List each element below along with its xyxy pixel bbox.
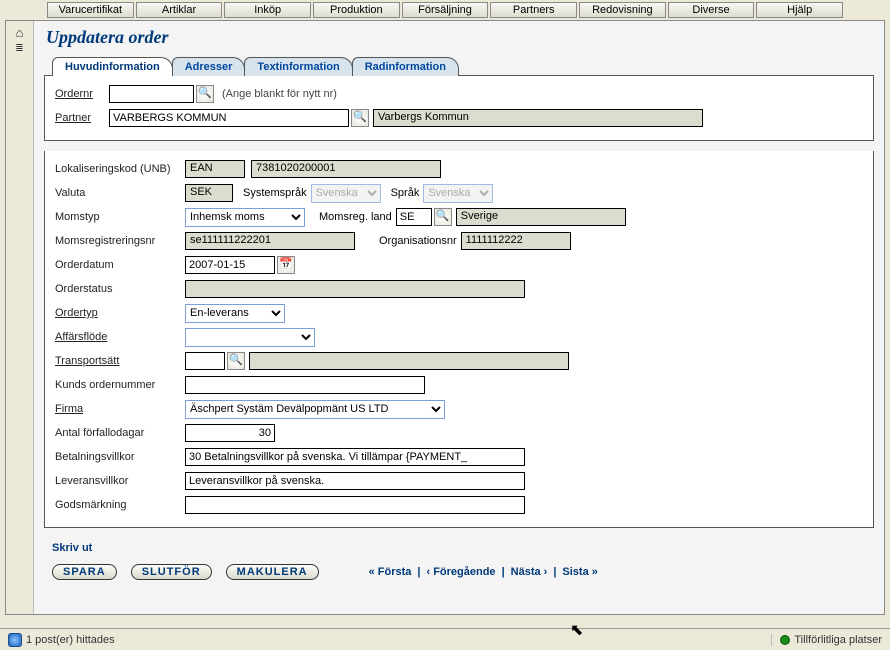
page-title: Uppdatera order <box>46 27 874 48</box>
label-systemsprak: Systemspråk <box>243 187 307 199</box>
select-systemsprak: Svenska <box>311 184 381 203</box>
display-orderstatus <box>185 280 525 298</box>
input-godsmark[interactable] <box>185 496 525 514</box>
label-orderstatus: Orderstatus <box>55 283 185 295</box>
nav-last[interactable]: Sista » <box>562 566 597 578</box>
label-partner: Partner <box>55 112 109 124</box>
menu-varucertifikat[interactable]: Varucertifikat <box>47 2 134 18</box>
label-momstyp: Momstyp <box>55 211 185 223</box>
input-kundorder[interactable] <box>185 376 425 394</box>
menu-redovisning[interactable]: Redovisning <box>579 2 666 18</box>
label-sprak: Språk <box>391 187 420 199</box>
footer: Skriv ut SPARA SLUTFÖR MAKULERA « Första… <box>44 538 874 584</box>
input-betvillkor[interactable] <box>185 448 525 466</box>
label-godsmark: Godsmärkning <box>55 499 185 511</box>
menu-inkop[interactable]: Inköp <box>224 2 311 18</box>
nav-first[interactable]: « Första <box>369 566 412 578</box>
cancel-button[interactable]: MAKULERA <box>226 564 319 580</box>
label-ordertyp: Ordertyp <box>55 307 185 319</box>
tab-adresser[interactable]: Adresser <box>172 57 246 76</box>
label-momsreg: Momsreg. land <box>319 211 392 223</box>
menu-forsaljning[interactable]: Försäljning <box>402 2 489 18</box>
display-momsregnr: se111111222201 <box>185 232 355 250</box>
select-momstyp[interactable]: Inhemsk moms <box>185 208 305 227</box>
menu-icon[interactable]: ≣ <box>6 41 33 57</box>
label-momsregnr: Momsregistreringsnr <box>55 235 185 247</box>
tab-radinformation[interactable]: Radinformation <box>352 57 459 76</box>
input-partner[interactable] <box>109 109 349 127</box>
menu-hjalp[interactable]: Hjälp <box>756 2 843 18</box>
input-transportsatt[interactable] <box>185 352 225 370</box>
panel-order-details: Lokaliseringskod (UNB) EAN 7381020200001… <box>44 151 874 528</box>
menu-artiklar[interactable]: Artiklar <box>136 2 223 18</box>
select-sprak: Svenska <box>423 184 493 203</box>
label-valuta: Valuta <box>55 187 185 199</box>
home-icon[interactable]: ⌂ <box>6 25 33 41</box>
display-partner: Varbergs Kommun <box>373 109 703 127</box>
tab-textinformation[interactable]: Textinformation <box>244 57 352 76</box>
display-unb-code: EAN <box>185 160 245 178</box>
lookup-ordernr-icon[interactable]: 🔍 <box>196 85 214 103</box>
hint-ordernr: (Ange blankt för nytt nr) <box>222 88 337 100</box>
tab-huvudinformation[interactable]: Huvudinformation <box>52 57 173 76</box>
nav-next[interactable]: Nästa › <box>511 566 548 578</box>
input-momsreg[interactable] <box>396 208 432 226</box>
label-transportsatt: Transportsätt <box>55 355 185 367</box>
nav-prev[interactable]: ‹ Föregående <box>426 566 495 578</box>
panel-order-header: Ordernr 🔍 (Ange blankt för nytt nr) Part… <box>44 76 874 141</box>
finish-button[interactable]: SLUTFÖR <box>131 564 212 580</box>
lookup-momsreg-icon[interactable]: 🔍 <box>434 208 452 226</box>
link-print[interactable]: Skriv ut <box>52 542 92 554</box>
input-forfall[interactable] <box>185 424 275 442</box>
label-orderdatum: Orderdatum <box>55 259 185 271</box>
label-kundorder: Kunds ordernummer <box>55 379 185 391</box>
top-menu: Varucertifikat Artiklar Inköp Produktion… <box>0 0 890 20</box>
input-orderdatum[interactable] <box>185 256 275 274</box>
menu-produktion[interactable]: Produktion <box>313 2 400 18</box>
display-valuta: SEK <box>185 184 233 202</box>
save-button[interactable]: SPARA <box>52 564 117 580</box>
label-ordernr: Ordernr <box>55 88 109 100</box>
calendar-icon[interactable]: 📅 <box>277 256 295 274</box>
label-unb: Lokaliseringskod (UNB) <box>55 163 185 175</box>
label-orgnr: Organisationsnr <box>379 235 457 247</box>
status-bar: 1 post(er) hittades Tillförlitliga plats… <box>0 628 890 650</box>
input-levvillkor[interactable] <box>185 472 525 490</box>
menu-partners[interactable]: Partners <box>490 2 577 18</box>
display-transportsatt <box>249 352 569 370</box>
label-betvillkor: Betalningsvillkor <box>55 451 185 463</box>
status-zone: Tillförlitliga platser <box>794 634 882 646</box>
display-orgnr: 1111112222 <box>461 232 571 250</box>
menu-diverse[interactable]: Diverse <box>668 2 755 18</box>
lookup-transportsatt-icon[interactable]: 🔍 <box>227 352 245 370</box>
select-firma[interactable]: Äschpert Systäm Devälpopmänt US LTD <box>185 400 445 419</box>
ie-icon <box>8 633 22 647</box>
left-gutter: ⌂ ≣ <box>6 21 34 614</box>
display-momsreg: Sverige <box>456 208 626 226</box>
label-forfall: Antal förfallodagar <box>55 427 185 439</box>
status-text: 1 post(er) hittades <box>26 634 115 646</box>
label-firma: Firma <box>55 403 185 415</box>
label-affarsflode: Affärsflöde <box>55 331 185 343</box>
select-affarsflode[interactable] <box>185 328 315 347</box>
tab-bar: Huvudinformation Adresser Textinformatio… <box>44 56 874 76</box>
input-ordernr[interactable] <box>109 85 194 103</box>
label-levvillkor: Leveransvillkor <box>55 475 185 487</box>
lookup-partner-icon[interactable]: 🔍 <box>351 109 369 127</box>
trusted-icon <box>780 635 790 645</box>
display-unb-value: 7381020200001 <box>251 160 441 178</box>
select-ordertyp[interactable]: En-leverans <box>185 304 285 323</box>
